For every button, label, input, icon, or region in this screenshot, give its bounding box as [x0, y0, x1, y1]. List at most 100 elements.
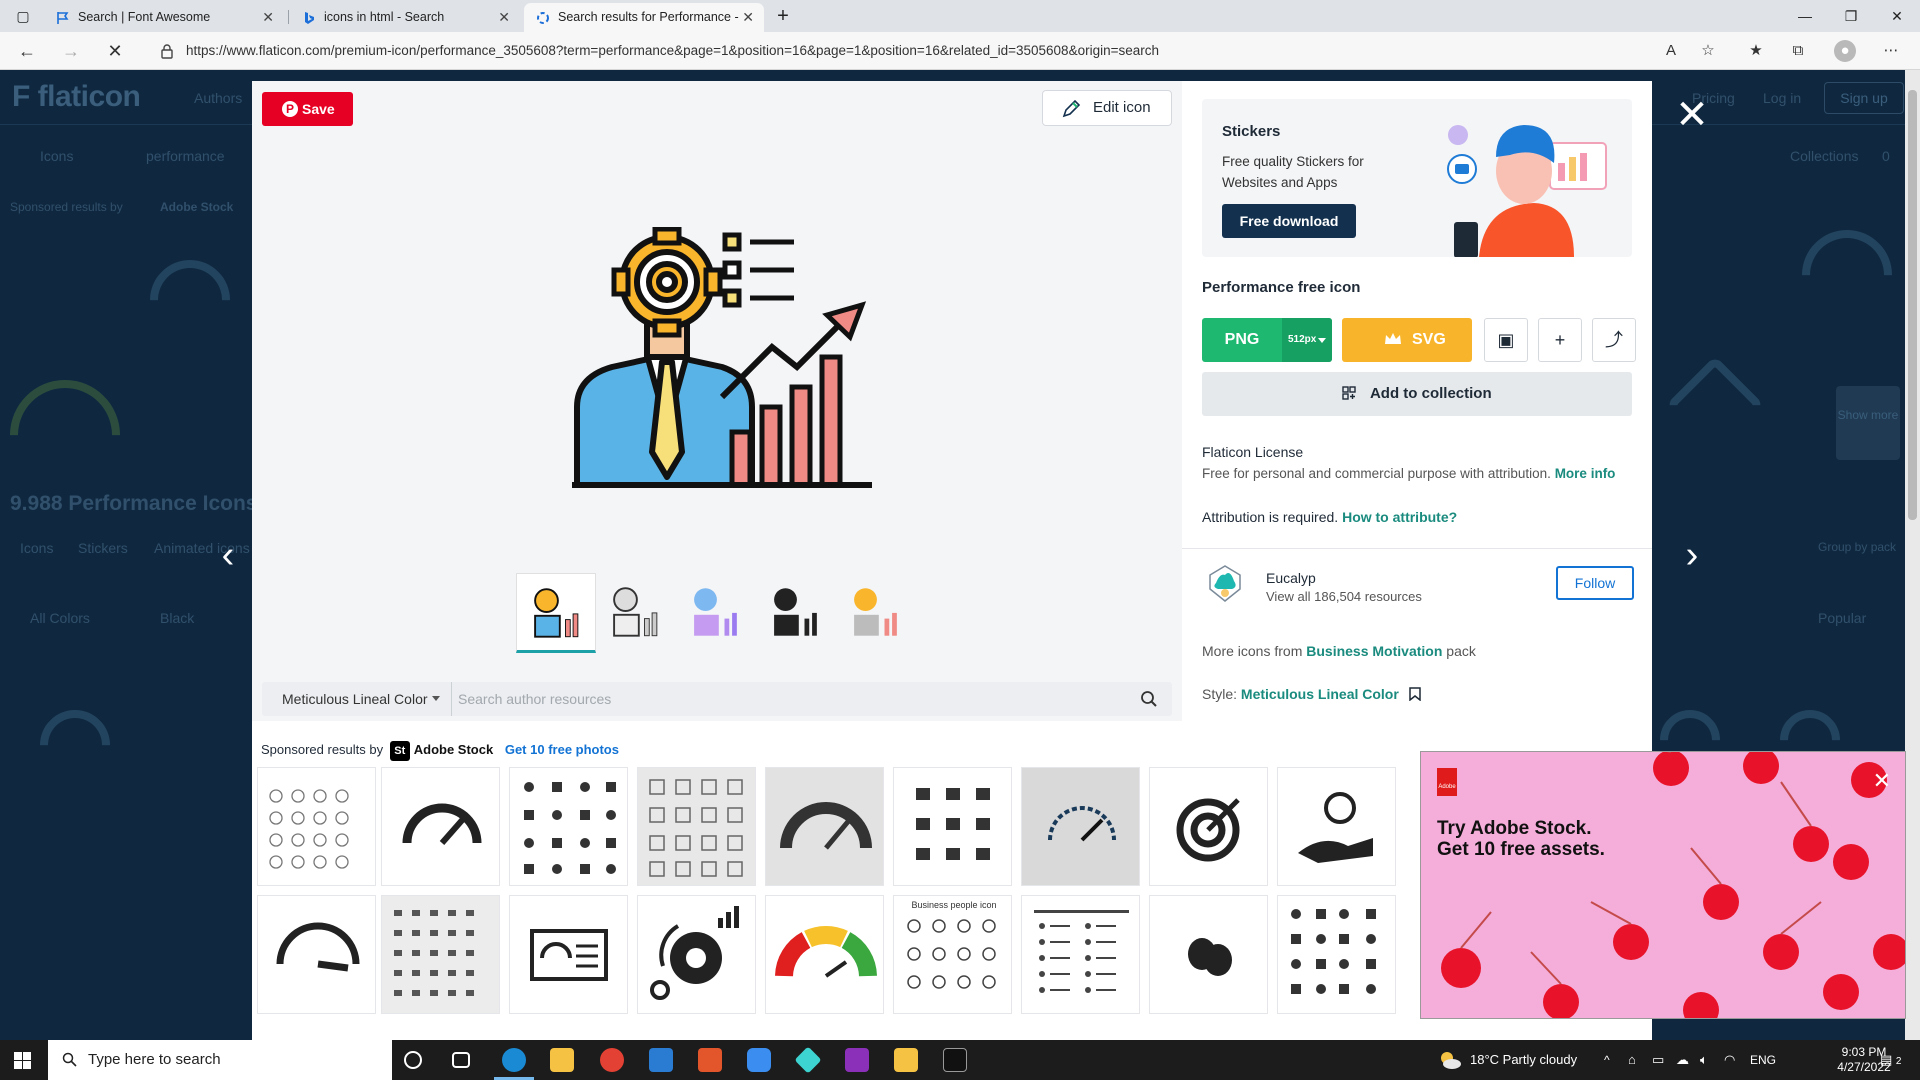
weather-text[interactable]: 18°C Partly cloudy — [1470, 1040, 1577, 1080]
search-icon[interactable] — [1140, 690, 1158, 708]
sponsored-result-item[interactable] — [1149, 895, 1268, 1014]
close-window-icon[interactable]: ✕ — [1874, 0, 1920, 32]
close-ad-icon[interactable]: ✕ — [1873, 768, 1891, 794]
style-dropdown[interactable]: Meticulous Lineal Color — [262, 682, 452, 716]
how-to-attribute-link[interactable]: How to attribute? — [1342, 509, 1457, 525]
tab-font-awesome[interactable]: Search | Font Awesome ✕ — [44, 3, 284, 32]
tray-meet-icon[interactable]: ▭ — [1652, 1040, 1664, 1080]
terminal-icon[interactable] — [943, 1048, 967, 1072]
favorites-icon[interactable]: ★ — [1745, 40, 1767, 62]
sponsored-result-item[interactable] — [1149, 767, 1268, 886]
notifications-icon[interactable]: ▤ 2 — [1880, 1040, 1901, 1080]
image-preview-icon[interactable]: ▣ — [1484, 318, 1528, 362]
close-tab-icon[interactable]: ✕ — [498, 3, 510, 32]
stickers-free-download-button[interactable]: Free download — [1222, 204, 1356, 238]
sponsored-result-item[interactable]: Business people icon — [893, 895, 1012, 1014]
variant-lineal-color[interactable] — [516, 573, 596, 653]
app-cube-icon[interactable] — [794, 1046, 822, 1074]
download-png-button[interactable]: PNG 512px — [1202, 318, 1332, 362]
previous-icon-arrow[interactable]: ‹ — [208, 535, 248, 575]
bg-group-by[interactable]: Group by pack — [1818, 540, 1896, 554]
minimize-icon[interactable]: — — [1782, 0, 1828, 32]
phpstorm-icon[interactable] — [845, 1048, 869, 1072]
office-icon[interactable] — [698, 1048, 722, 1072]
sponsored-result-item[interactable] — [637, 767, 756, 886]
style-link[interactable]: Meticulous Lineal Color — [1241, 686, 1399, 702]
share-icon[interactable]: ⤴ — [1592, 318, 1636, 362]
collections-icon[interactable]: ⧉ — [1787, 40, 1809, 62]
scrollbar-thumb[interactable] — [1908, 90, 1917, 520]
variant-gradient[interactable] — [676, 573, 756, 653]
variant-flat[interactable] — [836, 573, 916, 653]
sponsored-result-item[interactable] — [765, 895, 884, 1014]
tab-flaticon[interactable]: Search results for Performance - ✕ — [524, 3, 764, 32]
mail-icon[interactable] — [649, 1048, 673, 1072]
chrome-icon[interactable] — [600, 1048, 624, 1072]
back-icon[interactable]: ← — [10, 32, 44, 70]
edit-icon-button[interactable]: Edit icon — [1042, 90, 1172, 126]
close-modal-icon[interactable]: ✕ — [1670, 93, 1714, 137]
close-tab-icon[interactable]: ✕ — [262, 3, 274, 32]
bg-show-more-button[interactable]: Show more — [1836, 386, 1900, 460]
sponsored-result-item[interactable] — [509, 767, 628, 886]
restore-icon[interactable]: ❐ — [1828, 0, 1874, 32]
more-menu-icon[interactable]: ⋯ — [1880, 40, 1902, 62]
cloud-icon[interactable]: ☁ — [1676, 1040, 1689, 1080]
taskbar-search-box[interactable]: Type here to search — [48, 1040, 392, 1080]
license-more-info-link[interactable]: More info — [1555, 466, 1616, 481]
download-svg-button[interactable]: SVG — [1342, 318, 1472, 362]
edge-browser-icon[interactable] — [502, 1048, 526, 1072]
sponsored-result-item[interactable] — [1277, 767, 1396, 886]
profile-avatar[interactable]: ● — [1834, 40, 1856, 62]
adobe-stock-ad[interactable]: Adobe Try Adobe Stock. Get 10 free asset… — [1420, 751, 1906, 1019]
sponsored-result-item[interactable] — [893, 767, 1012, 886]
variant-glyph[interactable] — [756, 573, 836, 653]
author-search-input[interactable] — [458, 685, 1108, 713]
bg-search-value[interactable]: performance — [146, 148, 225, 164]
forward-icon[interactable]: → — [54, 32, 88, 70]
next-icon-arrow[interactable]: › — [1672, 535, 1712, 575]
sponsored-result-item[interactable] — [1021, 895, 1140, 1014]
author-resources-link[interactable]: View all 186,504 resources — [1266, 589, 1422, 604]
tray-apps-icon[interactable]: ⌂ — [1628, 1040, 1636, 1080]
eucalyp-author-logo[interactable] — [1204, 563, 1246, 605]
pinterest-save-button[interactable]: P Save — [262, 92, 353, 126]
close-tab-icon[interactable]: ✕ — [742, 3, 754, 32]
sticky-notes-icon[interactable] — [894, 1048, 918, 1072]
sponsored-result-item[interactable] — [765, 767, 884, 886]
language-indicator[interactable]: ENG — [1750, 1040, 1776, 1080]
read-aloud-icon[interactable]: A — [1660, 40, 1682, 62]
file-explorer-icon[interactable] — [550, 1048, 574, 1072]
add-to-collection-button[interactable]: Add to collection — [1202, 372, 1632, 416]
bg-sort[interactable]: Popular — [1818, 610, 1866, 626]
sponsored-result-item[interactable] — [1277, 895, 1396, 1014]
tab-bing-search[interactable]: icons in html - Search ✕ — [290, 3, 520, 32]
bg-collections[interactable]: Collections — [1790, 148, 1858, 164]
get-free-photos-link[interactable]: Get 10 free photos — [505, 742, 619, 757]
cortana-icon[interactable] — [404, 1051, 422, 1069]
add-favorite-icon[interactable]: ☆ — [1697, 40, 1719, 62]
sponsored-result-item[interactable] — [381, 895, 500, 1014]
url-field[interactable]: https://www.flaticon.com/premium-icon/pe… — [148, 37, 1688, 65]
new-tab-icon[interactable]: + — [760, 0, 806, 32]
tray-chevron-icon[interactable]: ^ — [1604, 1040, 1610, 1080]
variant-lineal[interactable] — [596, 573, 676, 653]
wifi-icon[interactable]: ◠ — [1724, 1040, 1735, 1080]
bg-tab-icons[interactable]: Icons — [20, 540, 53, 556]
sponsored-result-item[interactable] — [1021, 767, 1140, 886]
zoom-icon[interactable] — [747, 1048, 771, 1072]
bookmark-icon[interactable] — [1408, 687, 1421, 701]
bg-search-category[interactable]: Icons — [40, 148, 73, 164]
sponsored-result-item[interactable] — [509, 895, 628, 1014]
sponsored-result-item[interactable] — [257, 895, 376, 1014]
nav-authors[interactable]: Authors — [194, 90, 242, 106]
volume-icon[interactable]: 🔈︎ — [1700, 1040, 1708, 1080]
nav-login[interactable]: Log in — [1763, 90, 1801, 106]
sponsored-result-item[interactable] — [637, 895, 756, 1014]
png-size-dropdown[interactable]: 512px — [1282, 318, 1332, 362]
windows-start-icon[interactable] — [14, 1052, 31, 1069]
sponsored-result-item[interactable] — [257, 767, 376, 886]
bg-filter-black[interactable]: Black — [160, 610, 194, 626]
bg-tab-stickers[interactable]: Stickers — [78, 540, 128, 556]
sponsored-result-item[interactable] — [381, 767, 500, 886]
